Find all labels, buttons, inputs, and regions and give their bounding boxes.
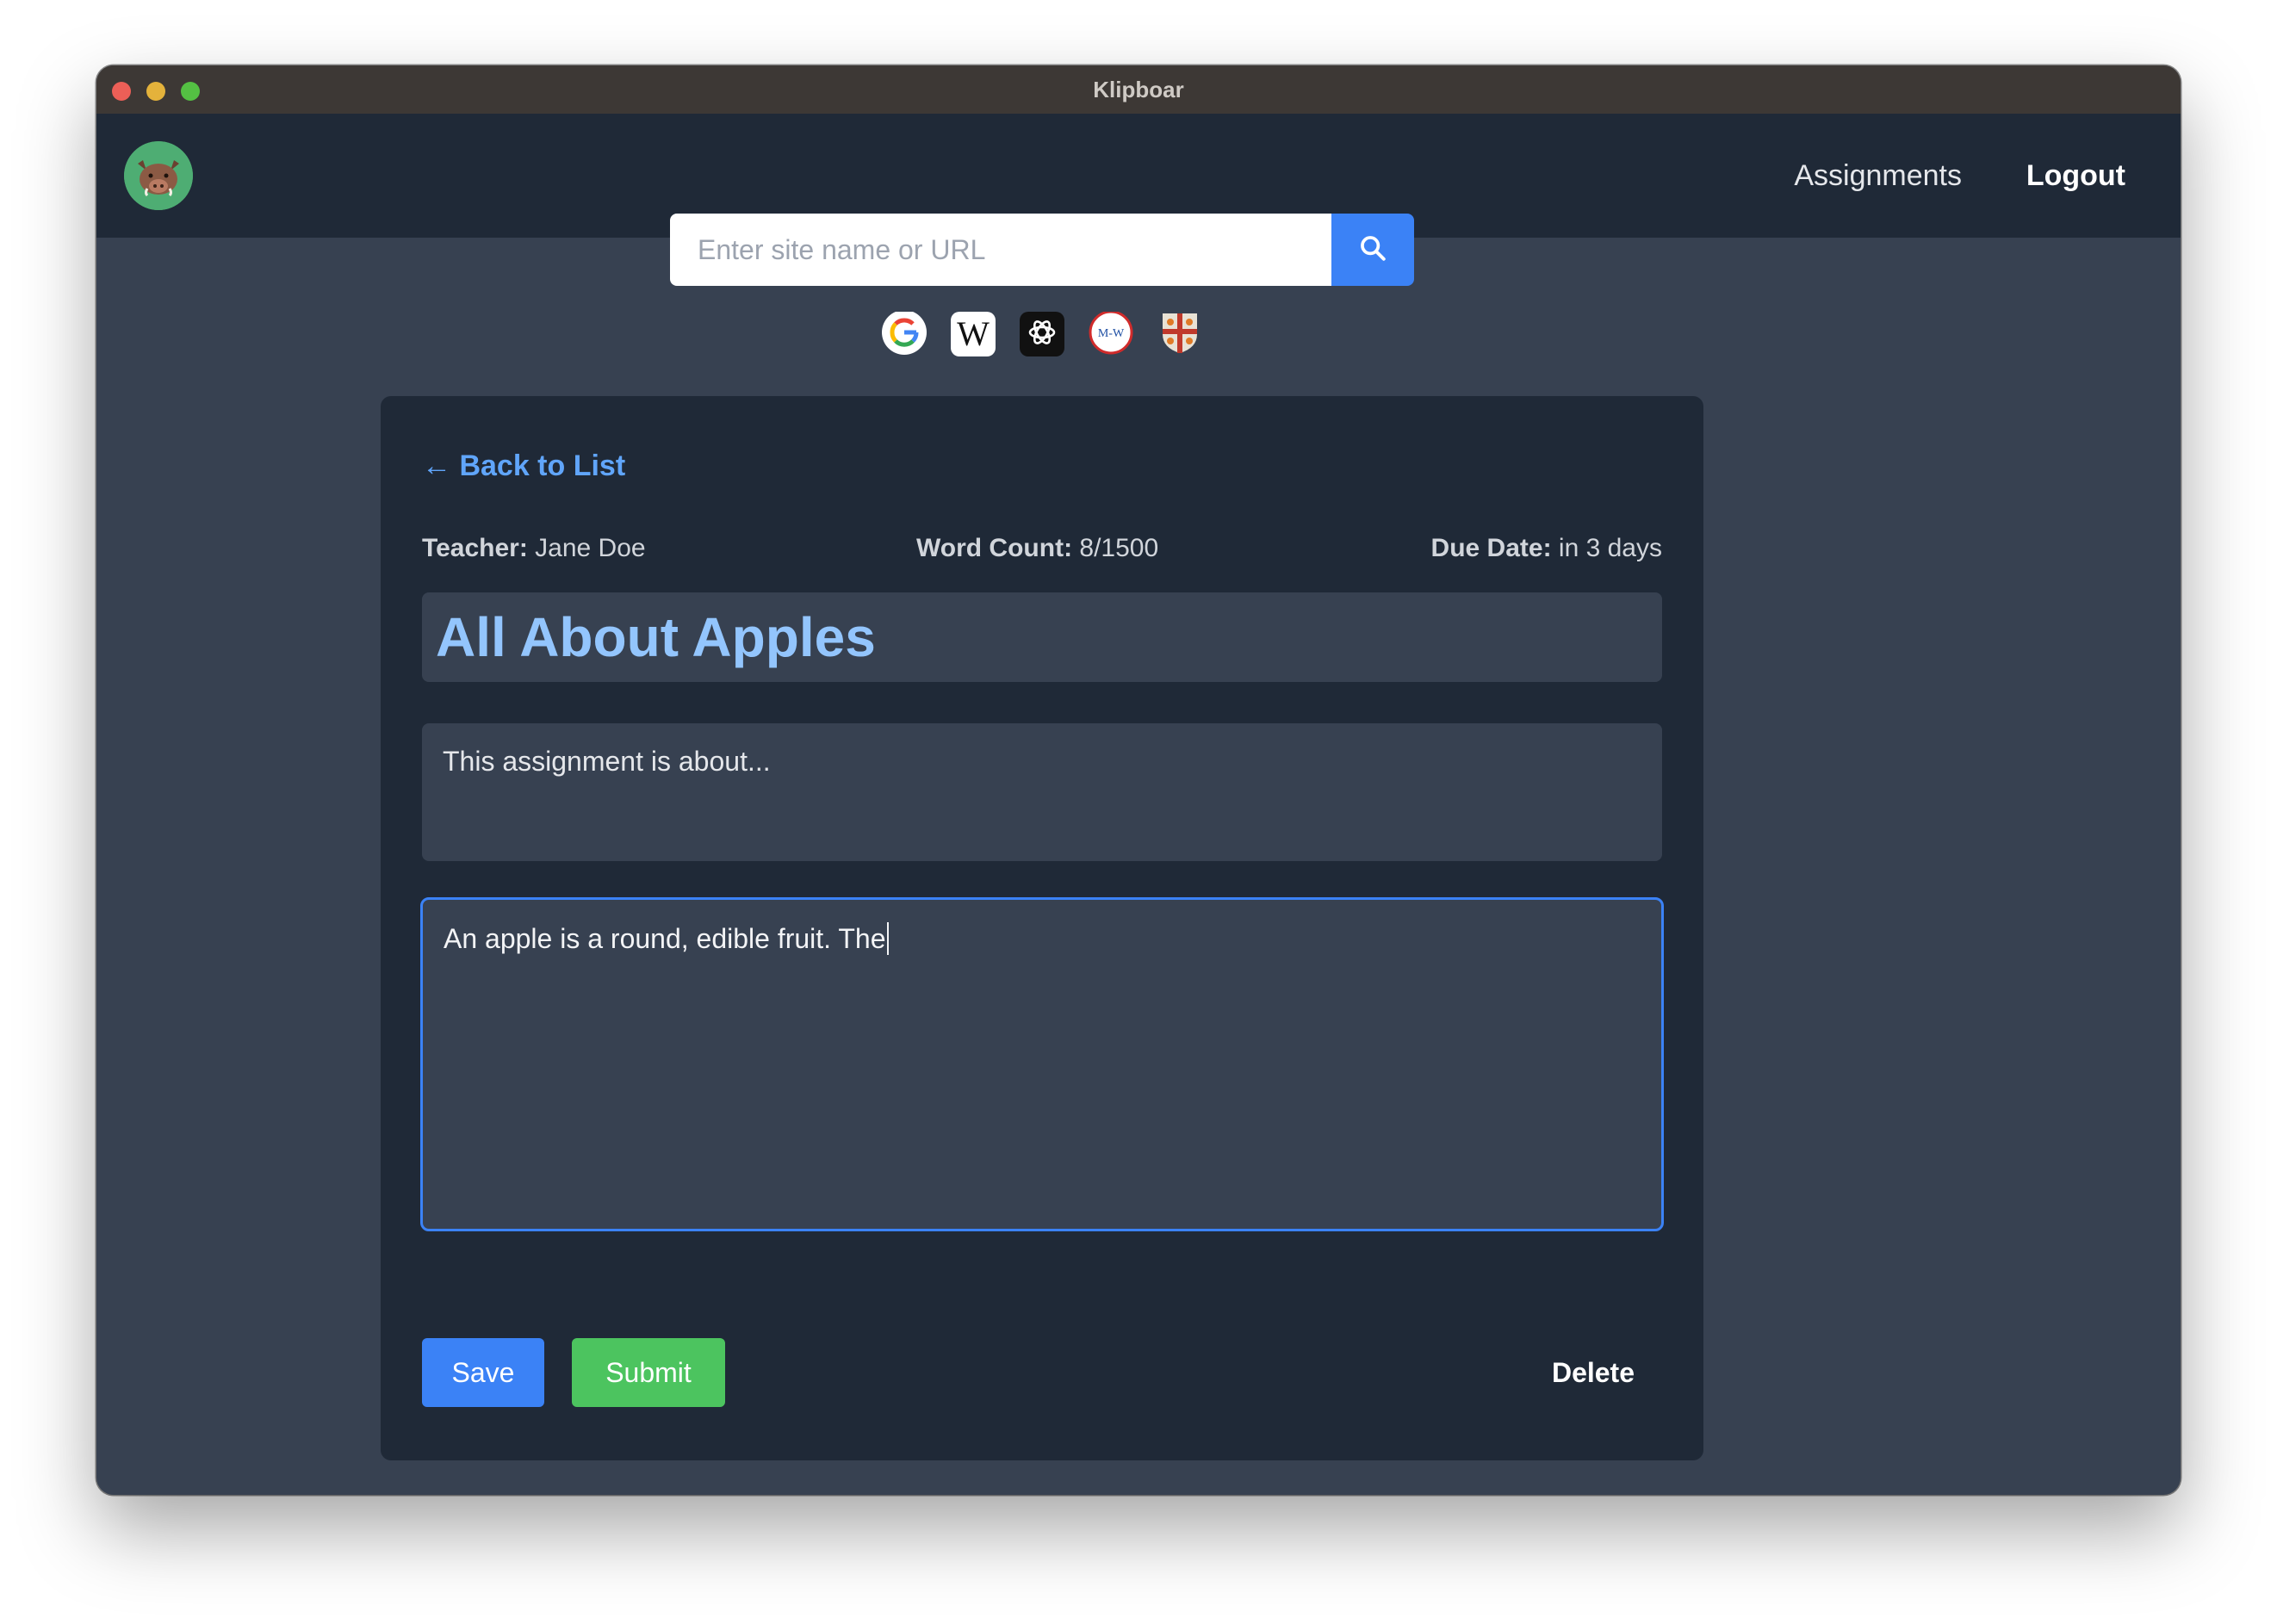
boar-logo-icon[interactable]	[124, 141, 193, 210]
google-icon	[882, 312, 927, 356]
text-caret	[886, 922, 889, 955]
chatgpt-shortcut[interactable]	[1020, 312, 1064, 356]
merriam-webster-shortcut[interactable]: M-W	[1089, 312, 1133, 356]
teacher-info: Teacher: Jane Doe	[422, 534, 646, 563]
google-shortcut[interactable]	[882, 312, 927, 356]
word-count-value: 8/1500	[1079, 534, 1159, 562]
due-date-label: Due Date:	[1430, 534, 1552, 562]
wikipedia-icon: W	[957, 314, 990, 353]
search-icon	[1358, 233, 1387, 267]
save-button[interactable]: Save	[422, 1338, 544, 1407]
back-to-list-link[interactable]: ← Back to List	[422, 449, 625, 483]
assignment-card: ← Back to List Teacher: Jane Doe Word Co…	[381, 396, 1703, 1460]
site-search	[670, 214, 1414, 286]
due-date-info: Due Date: in 3 days	[1431, 534, 1662, 563]
search-button[interactable]	[1331, 214, 1414, 286]
essay-text-area[interactable]: An apple is a round, edible fruit. The	[420, 897, 1664, 1231]
merriam-webster-icon: M-W	[1089, 312, 1133, 356]
teacher-label: Teacher:	[422, 534, 528, 562]
site-search-input[interactable]	[670, 214, 1331, 286]
shield-icon	[1159, 312, 1201, 356]
nav-assignments-link[interactable]: Assignments	[1794, 114, 1962, 238]
delete-button[interactable]: Delete	[1552, 1338, 1635, 1407]
wikipedia-shortcut[interactable]: W	[951, 312, 996, 356]
title-bar: Klipboar	[96, 65, 2181, 115]
teacher-name: Jane Doe	[535, 534, 646, 562]
due-date-value: in 3 days	[1558, 534, 1662, 562]
word-count-label: Word Count:	[916, 534, 1073, 562]
word-count-info: Word Count: 8/1500	[916, 534, 1158, 563]
window-title: Klipboar	[1093, 77, 1184, 102]
shield-shortcut[interactable]	[1157, 312, 1202, 356]
chatgpt-icon	[1025, 315, 1059, 354]
nav-logout-link[interactable]: Logout	[2026, 114, 2125, 238]
site-shortcuts: W M-W	[882, 312, 1202, 356]
submit-button[interactable]: Submit	[572, 1338, 725, 1407]
essay-text: An apple is a round, edible fruit. The	[444, 923, 886, 954]
svg-text:M-W: M-W	[1098, 327, 1125, 340]
assignment-title-field[interactable]: All About Apples	[422, 592, 1662, 682]
assignment-description-field[interactable]: This assignment is about...	[422, 723, 1662, 861]
